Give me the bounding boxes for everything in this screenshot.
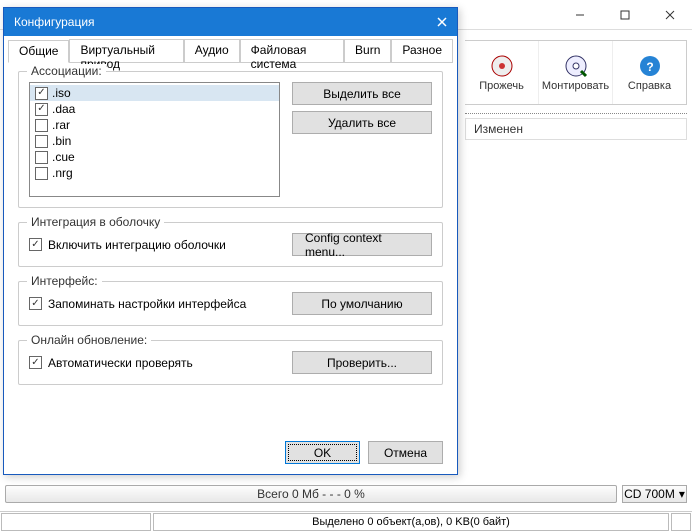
- checkbox-icon: [35, 135, 48, 148]
- checkbox-icon: [35, 119, 48, 132]
- group-associations: Ассоциации: ✓.iso✓.daa.rar.bin.cue.nrg В…: [18, 71, 443, 208]
- disc-size-select[interactable]: CD 700M ▾: [622, 485, 687, 503]
- burn-label: Прожечь: [479, 80, 524, 92]
- association-ext: .nrg: [52, 166, 73, 180]
- group-interface: Интерфейс: ✓ Запоминать настройки интерф…: [18, 281, 443, 326]
- close-icon: [436, 16, 448, 28]
- tab-burn[interactable]: Burn: [344, 39, 391, 62]
- cancel-button[interactable]: Отмена: [368, 441, 443, 464]
- dialog-titlebar[interactable]: Конфигурация: [4, 8, 457, 36]
- close-button[interactable]: [647, 0, 692, 30]
- dialog-close-button[interactable]: [427, 8, 457, 36]
- capacity-text: Всего 0 Мб - - - 0 %: [257, 487, 365, 501]
- association-item[interactable]: ✓ .daa: [30, 101, 279, 117]
- check-now-button[interactable]: Проверить...: [292, 351, 432, 374]
- checkbox-icon: ✓: [29, 238, 42, 251]
- help-icon: ?: [638, 54, 662, 78]
- default-button[interactable]: По умолчанию: [292, 292, 432, 315]
- group-interface-title: Интерфейс:: [27, 274, 102, 288]
- checkbox-icon: ✓: [35, 103, 48, 116]
- help-label: Справка: [628, 80, 671, 92]
- tab-filesystem[interactable]: Файловая система: [240, 39, 344, 62]
- list-column-modified: Изменен: [474, 122, 523, 136]
- dialog-title: Конфигурация: [14, 15, 95, 29]
- group-update-title: Онлайн обновление:: [27, 333, 151, 347]
- association-ext: .iso: [52, 86, 71, 100]
- tab-misc[interactable]: Разное: [391, 39, 453, 62]
- dropdown-icon: ▾: [679, 487, 685, 501]
- remember-settings-checkbox[interactable]: ✓ Запоминать настройки интерфейса: [29, 297, 246, 311]
- auto-check-label: Автоматически проверять: [48, 356, 193, 370]
- burn-icon: [490, 54, 514, 78]
- mount-label: Монтировать: [542, 80, 609, 92]
- checkbox-icon: ✓: [35, 87, 48, 100]
- dialog-buttons: OK Отмена: [285, 441, 443, 464]
- tab-audio[interactable]: Аудио: [184, 39, 240, 62]
- association-item[interactable]: .bin: [30, 133, 279, 149]
- checkbox-icon: [35, 151, 48, 164]
- config-context-menu-button[interactable]: Config context menu...: [292, 233, 432, 256]
- group-update: Онлайн обновление: ✓ Автоматически прове…: [18, 340, 443, 385]
- checkbox-icon: [35, 167, 48, 180]
- checkbox-icon: ✓: [29, 297, 42, 310]
- mount-button[interactable]: Монтировать: [538, 41, 612, 104]
- list-column-header[interactable]: Изменен: [465, 118, 687, 140]
- status-cell-1: [1, 513, 151, 531]
- association-item[interactable]: .nrg: [30, 165, 279, 181]
- association-item[interactable]: ✓ .iso: [30, 85, 279, 101]
- group-shell: Интеграция в оболочку ✓ Включить интегра…: [18, 222, 443, 267]
- associations-list[interactable]: ✓ .iso ✓ .daa .rar .bin .cue .nrg: [29, 82, 280, 197]
- tab-general[interactable]: Общие: [8, 40, 69, 63]
- config-dialog: Конфигурация Общие Виртуальный привод Ау…: [3, 7, 458, 475]
- remember-settings-label: Запоминать настройки интерфейса: [48, 297, 246, 311]
- maximize-button[interactable]: [602, 0, 647, 30]
- tab-virtual-drive[interactable]: Виртуальный привод: [69, 39, 183, 62]
- main-toolbar: Прожечь Монтировать ? Справка: [465, 40, 687, 105]
- association-ext: .bin: [52, 134, 71, 148]
- association-item[interactable]: .rar: [30, 117, 279, 133]
- group-associations-title: Ассоциации:: [27, 64, 106, 78]
- help-button[interactable]: ? Справка: [612, 41, 686, 104]
- burn-button[interactable]: Прожечь: [465, 41, 538, 104]
- select-all-button[interactable]: Выделить все: [292, 82, 432, 105]
- association-ext: .cue: [52, 150, 75, 164]
- ok-button[interactable]: OK: [285, 441, 360, 464]
- status-bar: Выделено 0 объект(а,ов), 0 KB(0 байт): [0, 511, 692, 531]
- status-cell-3: [671, 513, 691, 531]
- checkbox-icon: ✓: [29, 356, 42, 369]
- separator: [465, 113, 687, 114]
- minimize-button[interactable]: [557, 0, 602, 30]
- svg-text:?: ?: [646, 60, 653, 74]
- association-item[interactable]: .cue: [30, 149, 279, 165]
- delete-all-button[interactable]: Удалить все: [292, 111, 432, 134]
- disc-size-label: CD 700M: [624, 487, 675, 501]
- tab-content: Ассоциации: ✓ .iso ✓ .daa .rar .bin .cue .nrg В…: [4, 63, 457, 407]
- tab-bar: Общие Виртуальный привод Аудио Файловая …: [8, 39, 453, 63]
- group-shell-title: Интеграция в оболочку: [27, 215, 164, 229]
- auto-check-checkbox[interactable]: ✓ Автоматически проверять: [29, 356, 193, 370]
- enable-shell-checkbox[interactable]: ✓ Включить интеграцию оболочки: [29, 238, 226, 252]
- association-ext: .rar: [52, 118, 70, 132]
- status-selection: Выделено 0 объект(а,ов), 0 KB(0 байт): [153, 513, 669, 531]
- association-ext: .daa: [52, 102, 75, 116]
- mount-icon: [564, 54, 588, 78]
- enable-shell-label: Включить интеграцию оболочки: [48, 238, 226, 252]
- capacity-bar: Всего 0 Мб - - - 0 %: [5, 485, 617, 503]
